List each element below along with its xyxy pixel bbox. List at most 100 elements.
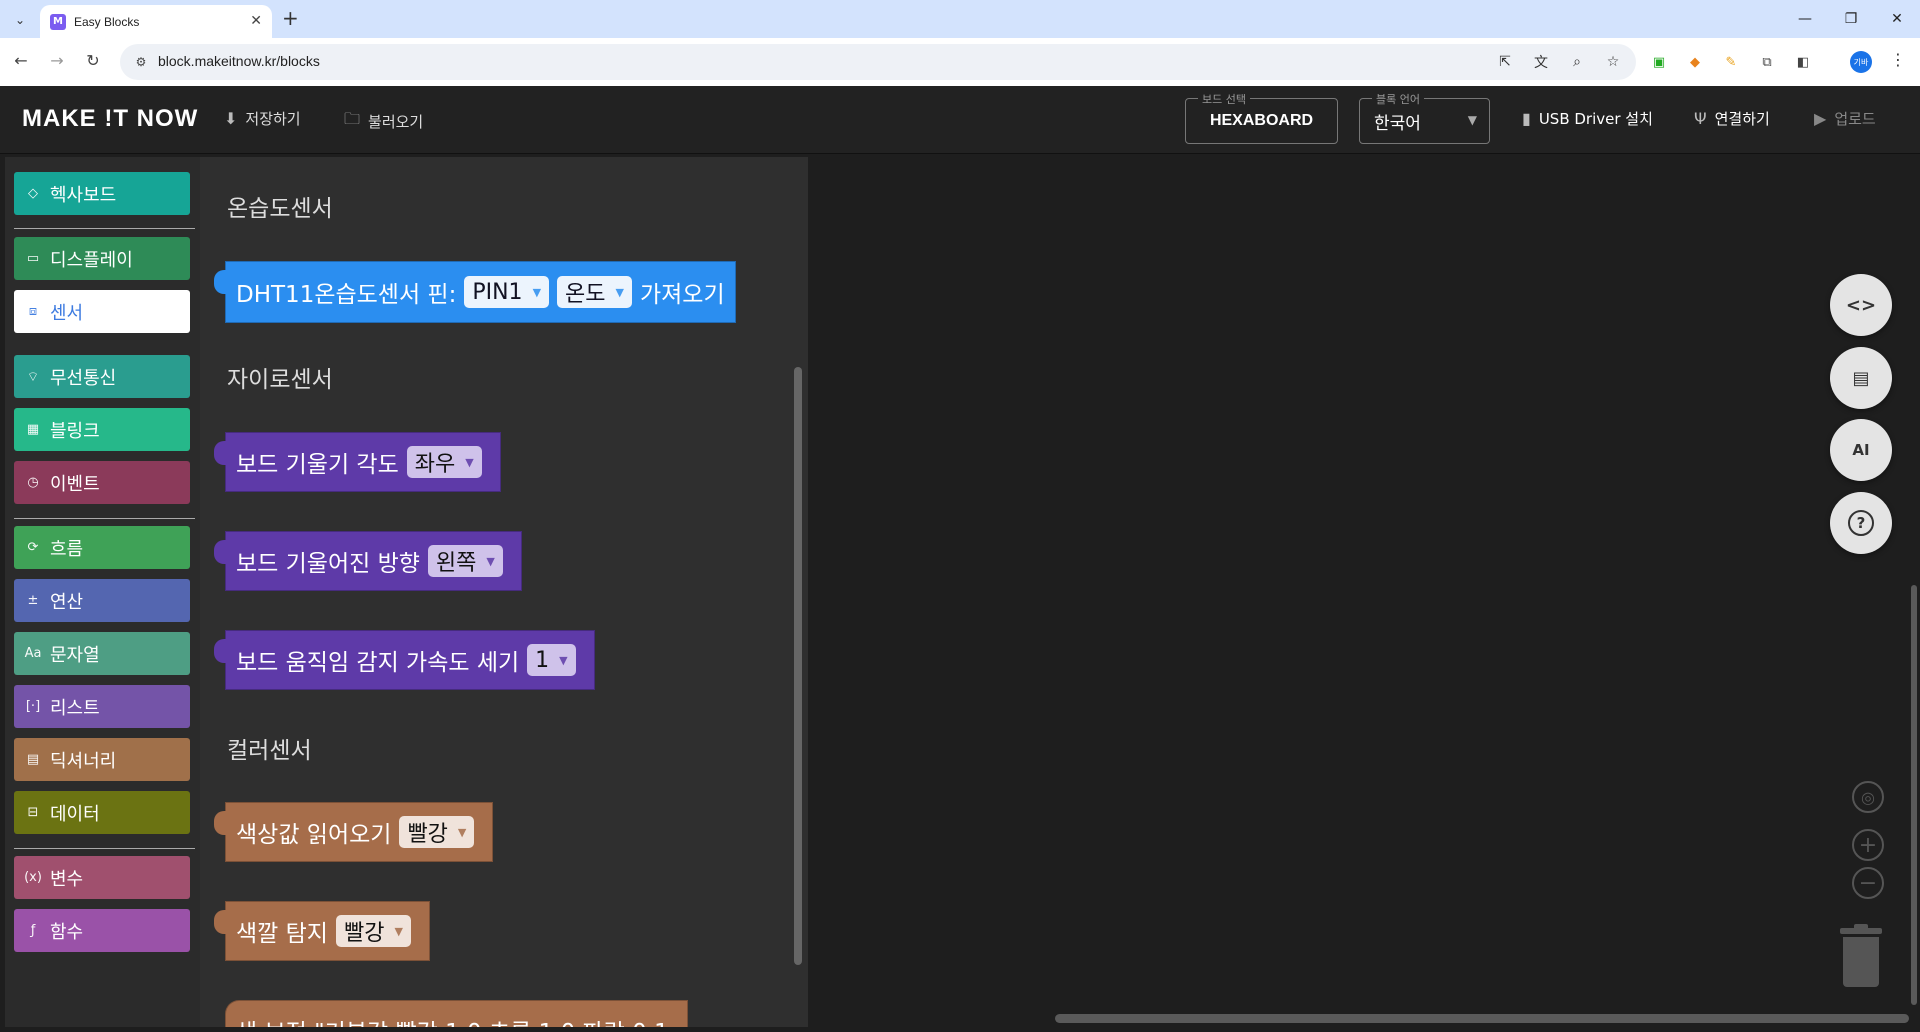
browser-menu-icon[interactable]: ⋮	[1890, 50, 1906, 69]
extensions-puzzle-icon[interactable]: ⧉	[1756, 51, 1778, 73]
block-workspace[interactable]	[808, 157, 1920, 1027]
category-text[interactable]: Aa 문자열	[14, 632, 190, 675]
category-blink[interactable]: ▦ 블링크	[14, 408, 190, 451]
zoom-icon[interactable]: ⌕	[1566, 51, 1588, 73]
category-function[interactable]: ƒ 함수	[14, 909, 190, 952]
url-text[interactable]: block.makeitnow.kr/blocks	[158, 53, 320, 69]
category-list[interactable]: [·] 리스트	[14, 685, 190, 728]
trash-lid	[1840, 928, 1882, 934]
block-text: 색깔 탐지	[236, 921, 328, 947]
section-label-temp-humidity: 온습도센서	[227, 196, 333, 222]
direction-dropdown[interactable]: 왼쪽 ▼	[427, 545, 503, 577]
close-window-icon[interactable]: ✕	[1874, 0, 1920, 38]
category-label: 변수	[50, 868, 84, 890]
measure-dropdown[interactable]: 온도 ▼	[557, 276, 632, 308]
category-label: 리스트	[50, 697, 100, 719]
category-label: 데이터	[50, 803, 100, 825]
category-variable[interactable]: (x) 변수	[14, 856, 190, 899]
bookmark-star-icon[interactable]: ☆	[1602, 51, 1624, 73]
save-button[interactable]: ⬇ 저장하기	[224, 108, 301, 129]
zoom-out-icon[interactable]: −	[1852, 867, 1884, 899]
category-dictionary[interactable]: ▤ 딕셔너리	[14, 738, 190, 781]
block-color-read[interactable]: 색상값 읽어오기 빨강 ▼	[214, 802, 494, 862]
upload-button[interactable]: ▶ 업로드	[1814, 108, 1876, 129]
block-tilt-direction[interactable]: 보드 기울어진 방향 왼쪽 ▼	[214, 531, 522, 591]
restore-icon[interactable]: ❐	[1828, 0, 1874, 38]
dropdown-arrow-icon: ▼	[394, 924, 403, 938]
display-icon: ▭	[26, 251, 40, 266]
dropdown-value: 좌우	[414, 452, 456, 477]
open-external-icon[interactable]: ⇱	[1494, 51, 1516, 73]
category-flow[interactable]: ⟳ 흐름	[14, 526, 190, 569]
trash-icon[interactable]	[1840, 924, 1882, 988]
category-hexaboard[interactable]: ◇ 헥사보드	[14, 172, 190, 215]
block-text: 보드 기울어진 방향	[236, 551, 420, 577]
side-panel-icon[interactable]: ◧	[1792, 51, 1814, 73]
board-select[interactable]: 보드 선택 HEXABOARD	[1185, 91, 1338, 144]
dropdown-arrow-icon: ▼	[532, 285, 542, 299]
translate-icon[interactable]: 文	[1530, 51, 1552, 73]
category-display[interactable]: ▭ 디스플레이	[14, 237, 190, 280]
recenter-icon[interactable]: ◎	[1852, 781, 1884, 813]
color-dropdown[interactable]: 빨강 ▼	[399, 816, 475, 848]
browser-tab-bar: ⌄ M Easy Blocks ✕ + — ❐ ✕	[0, 0, 1920, 38]
workspace-vertical-scrollbar[interactable]	[1911, 585, 1917, 1005]
language-select[interactable]: 블록 언어 한국어 ▼	[1359, 91, 1490, 144]
code-view-button[interactable]: <>	[1830, 274, 1892, 336]
zoom-in-icon[interactable]: +	[1852, 829, 1884, 861]
wifi-icon: ⌔	[26, 369, 40, 385]
block-dht11-read[interactable]: DHT11온습도센서 핀: PIN1 ▼ 온도 ▼ 가져오기	[214, 261, 736, 323]
forward-icon[interactable]: →	[46, 51, 68, 70]
board-select-legend: 보드 선택	[1198, 91, 1250, 107]
dropdown-value: 왼쪽	[435, 551, 477, 576]
category-wireless[interactable]: ⌔ 무선통신	[14, 355, 190, 398]
dropdown-value: 1	[535, 647, 550, 673]
new-tab-icon[interactable]: +	[282, 8, 299, 28]
pin-dropdown[interactable]: PIN1 ▼	[464, 276, 550, 308]
category-label: 블링크	[50, 420, 100, 442]
category-sensor[interactable]: ⧈ 센서	[14, 290, 190, 333]
logo[interactable]: MAKE !T NOW	[22, 105, 198, 133]
reload-icon[interactable]: ↻	[82, 51, 104, 70]
block-motion-detect[interactable]: 보드 움직임 감지 가속도 세기 1 ▼	[214, 630, 595, 690]
back-icon[interactable]: ←	[10, 51, 32, 70]
category-math[interactable]: ± 연산	[14, 579, 190, 622]
tab-search-icon[interactable]: ⌄	[8, 8, 32, 32]
site-info-icon[interactable]: ⚙	[132, 53, 150, 71]
block-color-detect[interactable]: 색깔 탐지 빨강 ▼	[214, 901, 430, 961]
ai-button[interactable]: AI	[1830, 419, 1892, 481]
load-button[interactable]: 🗀 불러오기	[344, 108, 423, 135]
trash-can	[1843, 937, 1879, 987]
address-bar[interactable]: ⚙ block.makeitnow.kr/blocks ⇱ 文 ⌕ ☆	[120, 44, 1636, 80]
strength-dropdown[interactable]: 1 ▼	[527, 644, 576, 676]
serial-monitor-button[interactable]: ▤	[1830, 347, 1892, 409]
extension-green-icon[interactable]: ▣	[1648, 51, 1670, 73]
connect-button[interactable]: Ψ 연결하기	[1694, 108, 1770, 129]
data-icon: ⊟	[27, 805, 39, 820]
usb-driver-button[interactable]: ▮ USB Driver 설치	[1522, 108, 1653, 129]
block-flyout: 온습도센서 DHT11온습도센서 핀: PIN1 ▼ 온도 ▼ 가져오기 자이로센서…	[200, 157, 808, 1027]
connect-label: 연결하기	[1714, 110, 1770, 128]
block-notch	[214, 270, 228, 294]
dropdown-arrow-icon: ▼	[457, 825, 467, 839]
category-data[interactable]: ⊟ 데이터	[14, 791, 190, 834]
tab-close-icon[interactable]: ✕	[250, 13, 262, 29]
category-label: 함수	[50, 921, 84, 943]
dropdown-value: 빨강	[343, 921, 385, 946]
block-text: 보드 기울기 각도	[236, 452, 399, 478]
category-label: 이벤트	[50, 473, 100, 495]
workspace-horizontal-scrollbar[interactable]	[1055, 1014, 1909, 1023]
color-dropdown[interactable]: 빨강 ▼	[335, 915, 411, 947]
category-event[interactable]: ◷ 이벤트	[14, 461, 190, 504]
block-tilt-angle[interactable]: 보드 기울기 각도 좌우 ▼	[214, 432, 501, 492]
profile-avatar[interactable]: 기바	[1850, 51, 1872, 73]
flyout-scrollbar[interactable]	[794, 367, 802, 965]
help-button[interactable]: ?	[1830, 492, 1892, 554]
browser-tab[interactable]: M Easy Blocks ✕	[40, 5, 272, 38]
block-color-calibrate[interactable]: 색 보정 "기본값 빨강 1.0 초록 1.0 파랑 0.1	[225, 1000, 688, 1027]
metamask-icon[interactable]: ◆	[1684, 51, 1706, 73]
function-icon: ƒ	[30, 923, 36, 938]
axis-dropdown[interactable]: 좌우 ▼	[406, 446, 482, 478]
extension-pen-icon[interactable]: ✎	[1720, 51, 1742, 73]
minimize-icon[interactable]: —	[1782, 0, 1828, 38]
